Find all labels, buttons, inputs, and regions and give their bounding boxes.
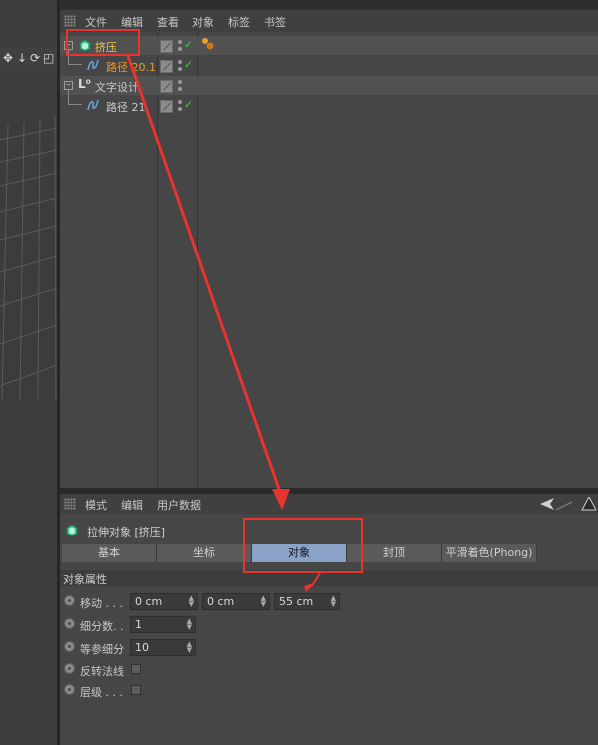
- object-manager-menubar: 文件 编辑 查看 对象 标签 书签: [60, 10, 598, 32]
- menu-user-data[interactable]: 用户数据: [157, 497, 201, 513]
- rotate-icon[interactable]: ⟳: [30, 51, 40, 65]
- grip-icon[interactable]: [64, 498, 76, 510]
- subdivision-field[interactable]: 1 ▲ ▼: [130, 616, 196, 633]
- editor-visibility-dot[interactable]: [178, 80, 182, 84]
- object-row-spline[interactable]: 路径 21 ✓: [60, 90, 598, 115]
- viewport-toolbar: ✥ ↓ ⟳ ◰: [0, 47, 57, 71]
- spinner-icon[interactable]: ▲ ▼: [331, 595, 336, 608]
- object-name[interactable]: 路径 20.1: [106, 59, 156, 75]
- maximize-icon[interactable]: ◰: [43, 51, 54, 65]
- object-name[interactable]: 路径 21: [106, 99, 146, 115]
- collapse-toggle[interactable]: −: [64, 81, 73, 90]
- render-visibility-dot[interactable]: [178, 87, 182, 91]
- highlight-box: [243, 518, 363, 573]
- menu-bookmarks[interactable]: 书签: [264, 14, 286, 30]
- animate-toggle[interactable]: [64, 641, 75, 652]
- highlight-box: [66, 29, 140, 56]
- render-visibility-dot[interactable]: [178, 47, 182, 51]
- flip-normals-checkbox[interactable]: [131, 664, 141, 674]
- null-object-icon: L⁰: [78, 77, 91, 91]
- section-title: 对象属性: [63, 573, 107, 586]
- property-hierarchical: 层级 . . .: [60, 681, 598, 701]
- 3d-viewport[interactable]: ✥ ↓ ⟳ ◰: [0, 0, 57, 745]
- up-arrow-icon[interactable]: [581, 497, 596, 511]
- tab-coordinates[interactable]: 坐标: [157, 544, 252, 562]
- render-visibility-dot[interactable]: [178, 107, 182, 111]
- grip-icon[interactable]: [64, 15, 76, 27]
- animate-toggle[interactable]: [64, 618, 75, 629]
- spinner-icon[interactable]: ▲ ▼: [187, 618, 192, 631]
- layer-icon[interactable]: [160, 60, 173, 73]
- iso-subdivision-field[interactable]: 10 ▲ ▼: [130, 639, 196, 656]
- property-label: 反转法线: [80, 665, 124, 678]
- tab-phong[interactable]: 平滑着色(Phong): [442, 544, 537, 562]
- object-row-null[interactable]: − L⁰ 文字设计: [60, 76, 598, 95]
- editor-visibility-dot[interactable]: [178, 40, 182, 44]
- move-x-field[interactable]: 0 cm ▲ ▼: [130, 593, 198, 610]
- menu-edit[interactable]: 编辑: [121, 497, 143, 513]
- property-label: 等参细分: [80, 643, 124, 656]
- enabled-check-icon[interactable]: ✓: [184, 38, 193, 51]
- pan-icon[interactable]: ✥: [3, 51, 13, 65]
- menu-view[interactable]: 查看: [157, 14, 179, 30]
- spinner-icon[interactable]: ▲ ▼: [261, 595, 266, 608]
- spline-icon: [87, 99, 99, 111]
- layer-icon[interactable]: [160, 80, 173, 93]
- property-label: 层级 . . .: [80, 686, 123, 699]
- property-label: 细分数. .: [80, 620, 124, 633]
- tree-line: [68, 104, 82, 105]
- tree-line: [68, 64, 82, 65]
- menu-object[interactable]: 对象: [192, 14, 214, 30]
- enabled-check-icon[interactable]: ✓: [184, 58, 193, 71]
- property-flip-normals: 反转法线: [60, 660, 598, 680]
- layer-icon[interactable]: [160, 100, 173, 113]
- spinner-icon[interactable]: ▲ ▼: [187, 641, 192, 654]
- back-arrow-icon[interactable]: [540, 498, 554, 510]
- move-y-field[interactable]: 0 cm ▲ ▼: [202, 593, 270, 610]
- move-z-field[interactable]: 55 cm ▲ ▼: [274, 593, 340, 610]
- animate-toggle[interactable]: [64, 663, 75, 674]
- object-manager: 文件 编辑 查看 对象 标签 书签 − 挤压 ✓ 路径 20.1 ✓ − L⁰ …: [60, 10, 598, 488]
- tab-basic[interactable]: 基本: [62, 544, 157, 562]
- spline-icon: [87, 59, 99, 71]
- hierarchical-checkbox[interactable]: [131, 685, 141, 695]
- menu-file[interactable]: 文件: [85, 14, 107, 30]
- object-name[interactable]: 文字设计: [95, 79, 139, 95]
- move-down-icon[interactable]: ↓: [17, 51, 27, 65]
- layer-icon[interactable]: [160, 40, 173, 53]
- spinner-icon[interactable]: ▲ ▼: [189, 595, 194, 608]
- attribute-manager-menubar: 模式 编辑 用户数据: [60, 494, 598, 514]
- render-visibility-dot[interactable]: [178, 67, 182, 71]
- object-row-extrude[interactable]: − 挤压 ✓: [60, 36, 598, 55]
- menu-mode[interactable]: 模式: [85, 497, 107, 513]
- animate-toggle[interactable]: [64, 595, 75, 606]
- object-title: 拉伸对象 [挤压]: [87, 526, 166, 539]
- property-move: 移动 . . . 0 cm ▲ ▼ 0 cm ▲ ▼ 55 cm ▲ ▼: [60, 592, 598, 612]
- editor-visibility-dot[interactable]: [178, 60, 182, 64]
- editor-visibility-dot[interactable]: [178, 100, 182, 104]
- property-label: 移动 . . .: [80, 597, 123, 610]
- viewport-grid: [0, 115, 57, 401]
- animate-toggle[interactable]: [64, 684, 75, 695]
- object-row-spline[interactable]: 路径 20.1 ✓: [60, 50, 598, 75]
- property-subdivision: 细分数. . 1 ▲ ▼: [60, 615, 598, 635]
- enabled-check-icon[interactable]: ✓: [184, 98, 193, 111]
- menu-edit[interactable]: 编辑: [121, 14, 143, 30]
- phong-tag-icon[interactable]: [201, 37, 215, 51]
- navigation-arrows: [540, 497, 596, 511]
- tree-line: [68, 90, 69, 104]
- menu-tags[interactable]: 标签: [228, 14, 250, 30]
- property-iso-subdivision: 等参细分 10 ▲ ▼: [60, 638, 598, 658]
- extrude-icon: [66, 524, 78, 537]
